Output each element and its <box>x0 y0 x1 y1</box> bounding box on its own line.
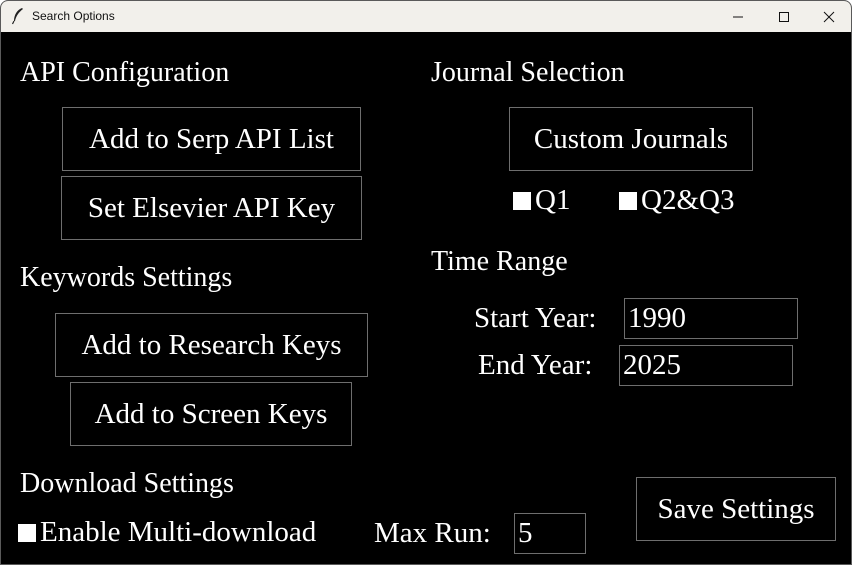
q2q3-label: Q2&Q3 <box>641 184 735 216</box>
q1-checkbox[interactable]: Q1 <box>513 186 570 215</box>
minimize-icon <box>733 16 743 17</box>
add-serp-api-button[interactable]: Add to Serp API List <box>62 107 361 171</box>
time-range-heading: Time Range <box>431 246 568 277</box>
start-year-input[interactable] <box>624 298 798 339</box>
q2q3-checkbox[interactable]: Q2&Q3 <box>619 186 734 215</box>
end-year-label: End Year: <box>478 349 593 381</box>
maximize-icon <box>779 11 789 22</box>
start-year-label: Start Year: <box>474 302 597 334</box>
download-settings-heading: Download Settings <box>20 468 234 499</box>
multi-download-label: Enable Multi-download <box>40 516 317 548</box>
title-bar[interactable]: Search Options <box>1 1 851 32</box>
keywords-settings-heading: Keywords Settings <box>20 262 233 293</box>
add-screen-keys-button[interactable]: Add to Screen Keys <box>70 382 352 446</box>
journal-selection-heading: Journal Selection <box>431 57 625 88</box>
q2q3-checkbox-box[interactable] <box>619 191 637 210</box>
end-year-input[interactable] <box>619 345 793 386</box>
multi-download-checkbox-box[interactable] <box>18 523 36 542</box>
add-research-keys-button[interactable]: Add to Research Keys <box>55 313 368 377</box>
close-icon <box>823 11 835 22</box>
q1-label: Q1 <box>535 184 571 216</box>
maximize-button[interactable] <box>761 1 807 32</box>
max-run-label: Max Run: <box>374 517 491 549</box>
minimize-button[interactable] <box>715 1 761 32</box>
max-run-input[interactable] <box>514 513 586 554</box>
api-configuration-heading: API Configuration <box>20 57 230 88</box>
feather-icon <box>11 8 23 25</box>
custom-journals-button[interactable]: Custom Journals <box>509 107 753 171</box>
content-area: API Configuration Add to Serp API List S… <box>1 32 851 564</box>
save-settings-button[interactable]: Save Settings <box>636 477 836 541</box>
multi-download-checkbox[interactable]: Enable Multi-download <box>18 518 316 547</box>
q1-checkbox-box[interactable] <box>513 191 531 210</box>
search-options-window: Search Options API Configuration Add to … <box>0 0 852 565</box>
close-button[interactable] <box>806 1 851 32</box>
set-elsevier-api-key-button[interactable]: Set Elsevier API Key <box>61 176 362 240</box>
window-title: Search Options <box>32 9 115 23</box>
